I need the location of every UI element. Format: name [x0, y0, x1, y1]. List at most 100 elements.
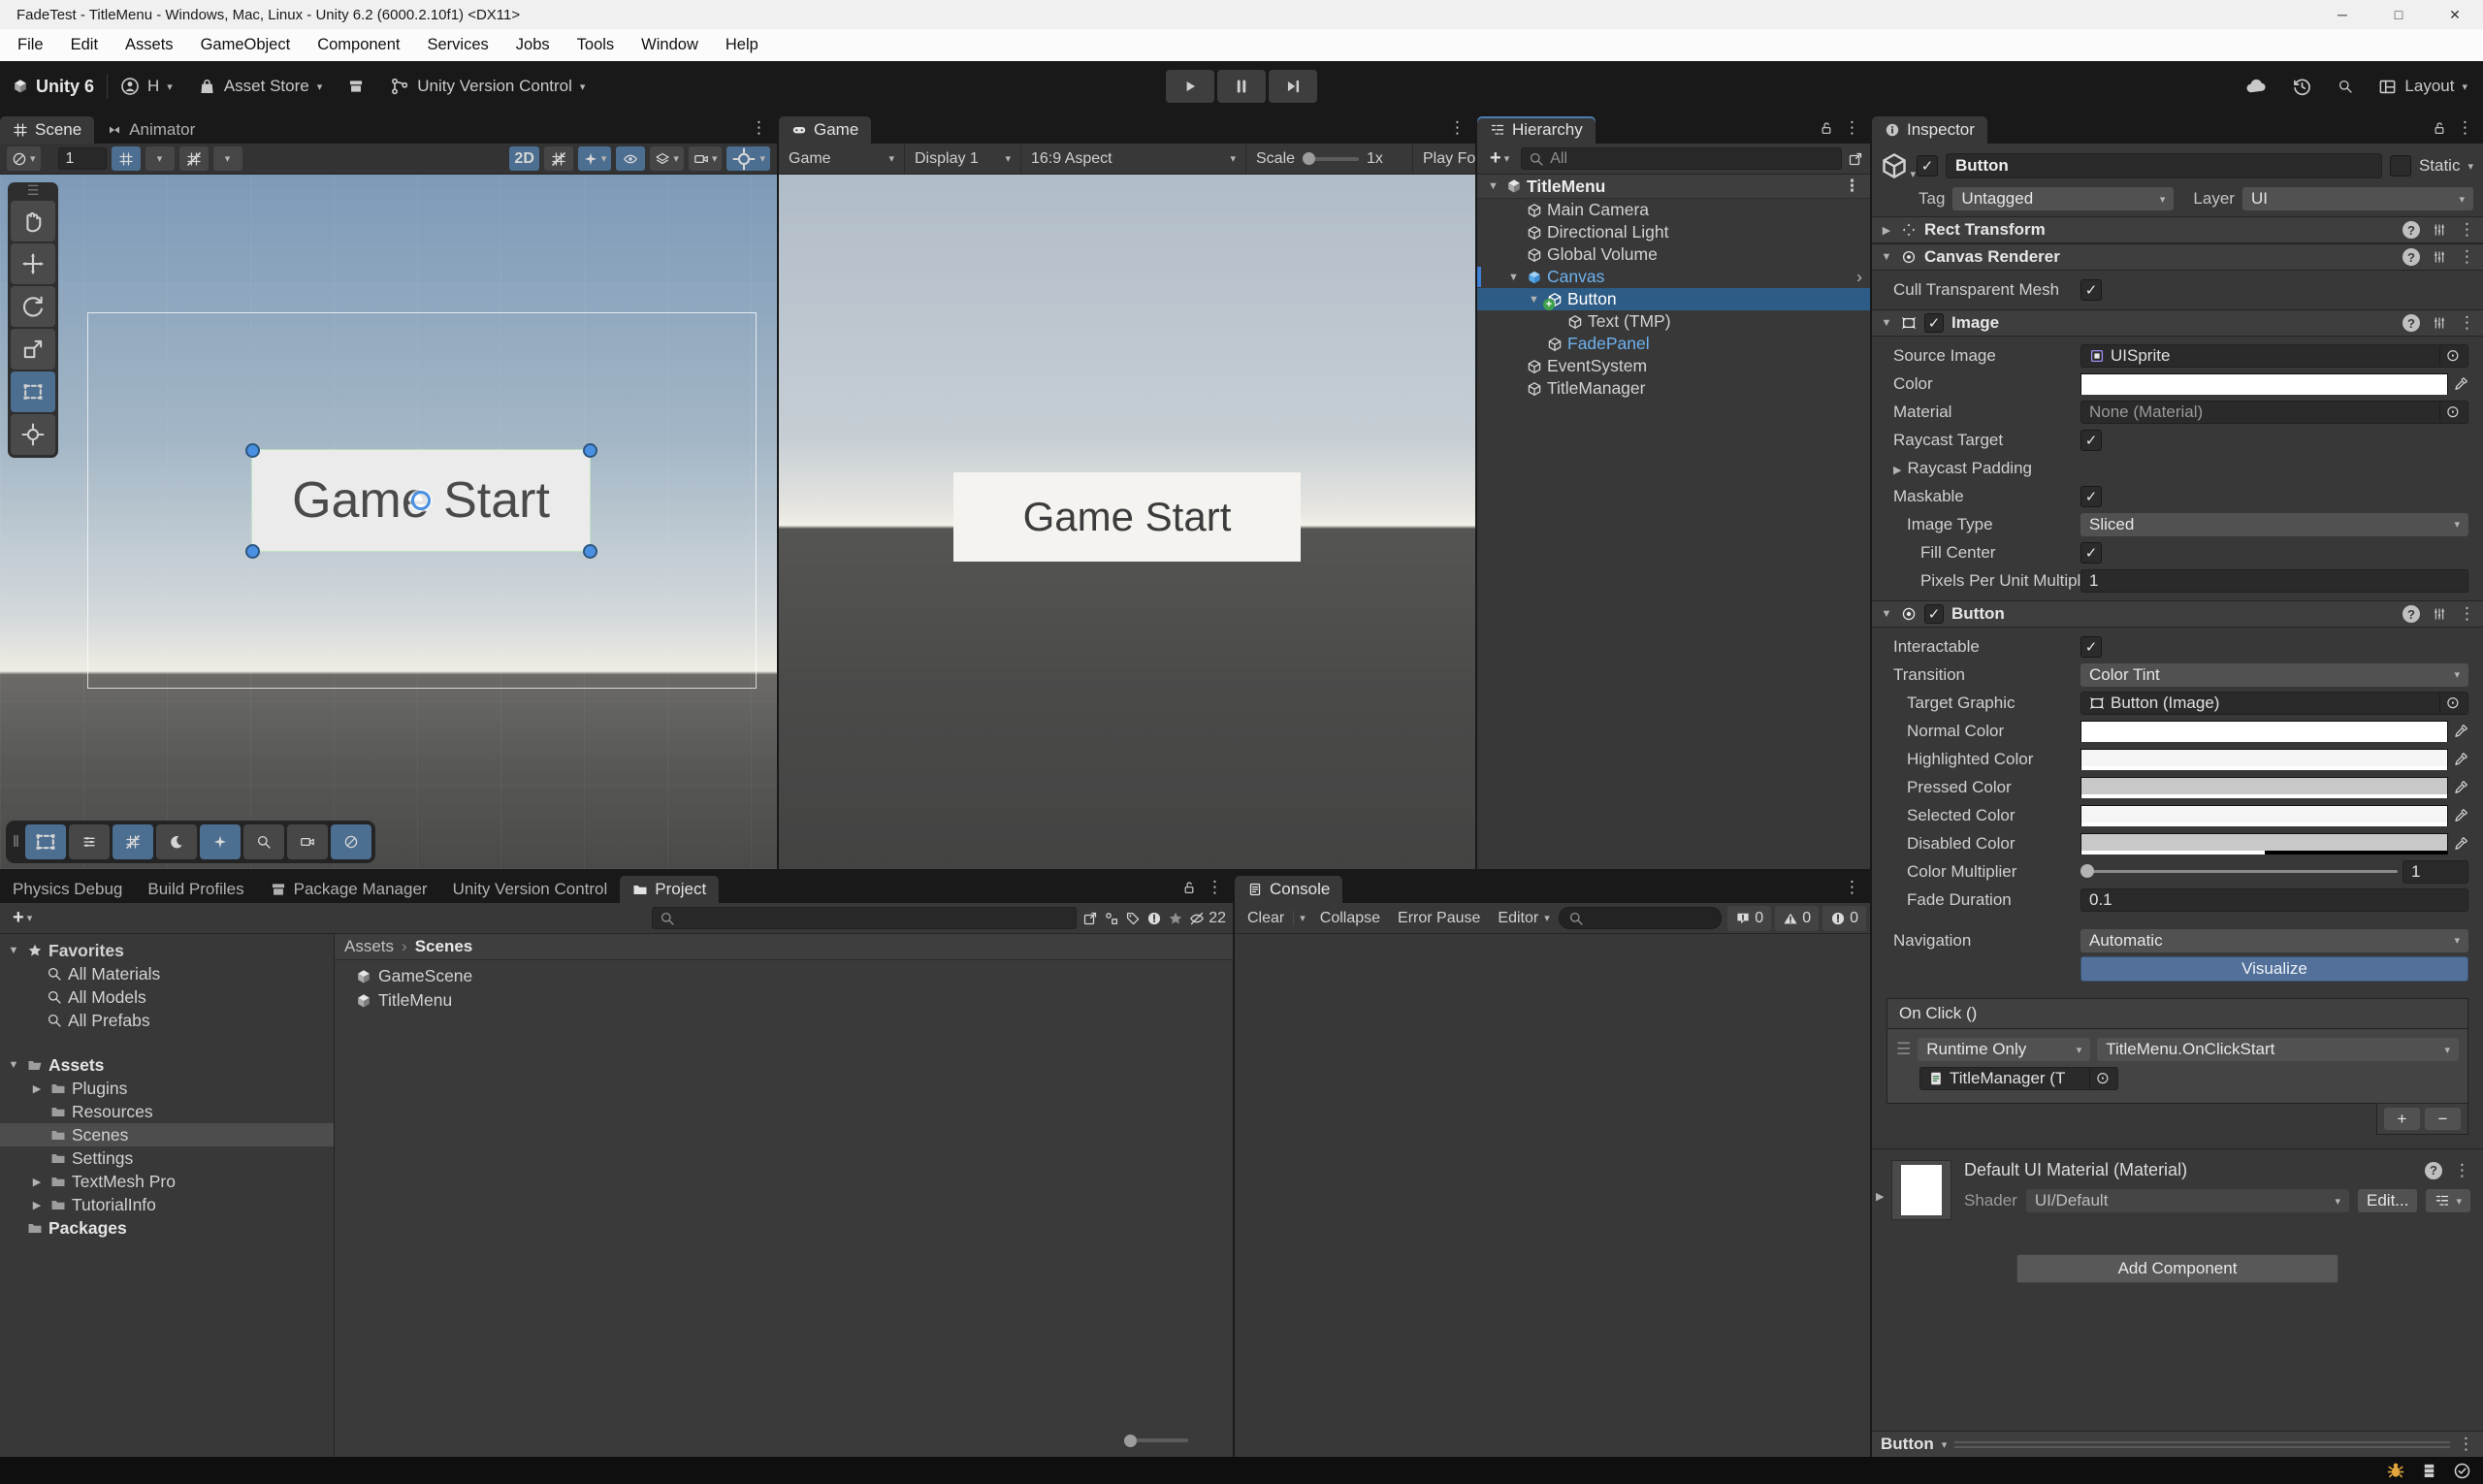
tab-project[interactable]: Project — [620, 876, 719, 903]
pivot-gizmo[interactable] — [411, 491, 431, 510]
tag-dropdown[interactable]: Untagged▾ — [1952, 187, 2174, 210]
hierarchy-item-canvas[interactable]: ▼Canvas› — [1477, 266, 1870, 288]
search-by-type-icon[interactable] — [1104, 911, 1119, 926]
menu-edit[interactable]: Edit — [57, 29, 112, 61]
camera-dropdown[interactable]: ▾ — [689, 146, 723, 171]
tab-package-manager[interactable]: Package Manager — [257, 876, 440, 903]
console-search-input[interactable] — [1559, 907, 1722, 929]
stack-icon[interactable] — [2420, 1462, 2438, 1480]
presets-icon[interactable] — [2432, 222, 2447, 238]
tab-build-profiles[interactable]: Build Profiles — [135, 876, 256, 903]
foldout-arrow-icon[interactable]: ▼ — [1485, 180, 1501, 192]
folder-textmesh-pro[interactable]: ▶TextMesh Pro — [0, 1170, 334, 1193]
game-menu-icon[interactable]: ⋮ — [1449, 118, 1466, 138]
package-manager-button[interactable] — [335, 70, 377, 103]
hand-tool[interactable] — [11, 201, 55, 242]
edit-material-button[interactable]: Edit... — [2358, 1189, 2417, 1212]
tab-scene[interactable]: Scene — [0, 116, 94, 144]
favorites-header[interactable]: ▼Favorites — [0, 939, 334, 962]
eyedropper-icon[interactable] — [2453, 752, 2468, 767]
foldout-arrow-icon[interactable]: ▶ — [1880, 224, 1893, 237]
search-by-import-log-icon[interactable] — [1146, 911, 1162, 926]
rect-handle-bottomright[interactable] — [583, 544, 597, 559]
object-picker-icon[interactable]: ⊙ — [2089, 1069, 2110, 1088]
color-swatch[interactable] — [2080, 749, 2448, 770]
scene-viewport[interactable]: Game Start ☰ ‖ — [0, 175, 777, 869]
scale-slider[interactable]: Scale 1x — [1246, 144, 1413, 174]
foldout-arrow-icon[interactable]: ▼ — [1880, 317, 1893, 329]
folder-plugins[interactable]: ▶Plugins — [0, 1077, 334, 1100]
menu-window[interactable]: Window — [628, 29, 712, 61]
presets-icon[interactable] — [2432, 315, 2447, 331]
tab-physics-debug[interactable]: Physics Debug — [0, 876, 135, 903]
lighting-toggle[interactable] — [544, 146, 573, 171]
event-function-dropdown[interactable]: TitleMenu.OnClickStart▾ — [2097, 1038, 2459, 1061]
rect-handle-bottomleft[interactable] — [245, 544, 260, 559]
breadcrumb-assets[interactable]: Assets — [344, 937, 394, 956]
snap-button[interactable] — [179, 146, 209, 171]
create-asset-dropdown[interactable]: +▾ — [7, 906, 38, 931]
hierarchy-item-global-volume[interactable]: Global Volume — [1477, 243, 1870, 266]
slider-track[interactable] — [2080, 870, 2398, 873]
inspector-menu-icon[interactable]: ⋮ — [2457, 118, 2473, 138]
material-preview-swatch[interactable] — [1891, 1160, 1951, 1220]
camera-size-field[interactable]: 1 — [58, 147, 107, 170]
layer-dropdown[interactable]: UI▾ — [2242, 187, 2473, 210]
component-header-button[interactable]: ▼ ✓ Button ? ⋮ — [1872, 600, 2483, 628]
component-menu-icon[interactable]: ⋮ — [2459, 247, 2475, 267]
foldout-arrow-icon[interactable]: ▼ — [1880, 251, 1893, 263]
unity-hub-button[interactable]: Unity 6 — [0, 70, 107, 103]
checkbox[interactable]: ✓ — [2080, 542, 2102, 564]
grid-visibility-dropdown[interactable]: ▾ — [145, 146, 175, 171]
color-swatch[interactable] — [2080, 777, 2448, 798]
play-button[interactable] — [1166, 70, 1214, 103]
component-header-canvas-renderer[interactable]: ▼ Canvas Renderer ? ⋮ — [1872, 243, 2483, 271]
layers-dropdown[interactable]: ▾ — [650, 146, 684, 171]
search-icon[interactable] — [2338, 79, 2353, 94]
project-menu-icon[interactable]: ⋮ — [1207, 878, 1223, 897]
asset-bundle-dropdown-icon[interactable]: ▾ — [1942, 1438, 1948, 1451]
rect-handle-topright[interactable] — [583, 443, 597, 458]
hierarchy-item-titlemenu[interactable]: ▼TitleMenu⋮ — [1477, 175, 1870, 199]
menu-component[interactable]: Component — [304, 29, 413, 61]
layout-dropdown[interactable]: Layout▾ — [2378, 70, 2467, 103]
add-component-button[interactable]: Add Component — [2016, 1254, 2338, 1283]
eyedropper-icon[interactable] — [2453, 808, 2468, 823]
menu-assets[interactable]: Assets — [112, 29, 187, 61]
object-picker-icon[interactable]: ⊙ — [2439, 346, 2460, 366]
object-field[interactable]: UISprite⊙ — [2080, 344, 2468, 368]
error-count-toggle[interactable]: 0 — [1822, 906, 1866, 931]
gizmos-dropdown[interactable]: ▾ — [726, 146, 770, 171]
foldout-arrow-icon[interactable]: ▼ — [1526, 294, 1542, 306]
favorite-all-materials[interactable]: All Materials — [0, 962, 334, 985]
event-drag-handle[interactable]: ☰ — [1896, 1040, 1911, 1059]
cam-overlay-button[interactable] — [287, 824, 328, 859]
bug-icon[interactable] — [2386, 1461, 2405, 1480]
gridslash-overlay-button[interactable] — [113, 824, 153, 859]
hierarchy-item-text-tmp-[interactable]: Text (TMP) — [1477, 310, 1870, 333]
lock-icon[interactable] — [1181, 880, 1197, 895]
move-tool[interactable] — [11, 243, 55, 284]
progress-check-icon[interactable] — [2453, 1462, 2471, 1480]
object-field[interactable]: Button (Image)⊙ — [2080, 692, 2468, 715]
cloud-icon[interactable] — [2245, 76, 2267, 97]
search-by-label-icon[interactable] — [1125, 911, 1141, 926]
folder-tutorialinfo[interactable]: ▶TutorialInfo — [0, 1193, 334, 1216]
object-picker-icon[interactable]: ⊙ — [2439, 694, 2460, 713]
folder-resources[interactable]: Resources — [0, 1100, 334, 1123]
warning-count-toggle[interactable]: 0 — [1775, 906, 1819, 931]
maximize-icon[interactable]: □ — [2370, 0, 2427, 29]
close-icon[interactable]: ✕ — [2427, 0, 2483, 29]
project-search-input[interactable] — [652, 907, 1077, 929]
foldout-arrow-icon[interactable]: ▼ — [1880, 608, 1893, 620]
grid-visibility-button[interactable] — [112, 146, 141, 171]
history-icon[interactable] — [2292, 77, 2312, 97]
2d-toggle[interactable]: 2D — [509, 146, 538, 171]
static-dropdown-icon[interactable]: ▾ — [2467, 160, 2473, 173]
transform-tool[interactable] — [11, 414, 55, 455]
hidden-packages-count[interactable]: 22 — [1189, 910, 1226, 927]
foldout-arrow-icon[interactable]: ▼ — [1505, 272, 1522, 283]
scale-knob[interactable] — [1303, 152, 1315, 165]
presets-icon[interactable] — [2432, 606, 2447, 622]
clear-dropdown[interactable]: ▾ — [1294, 903, 1311, 933]
